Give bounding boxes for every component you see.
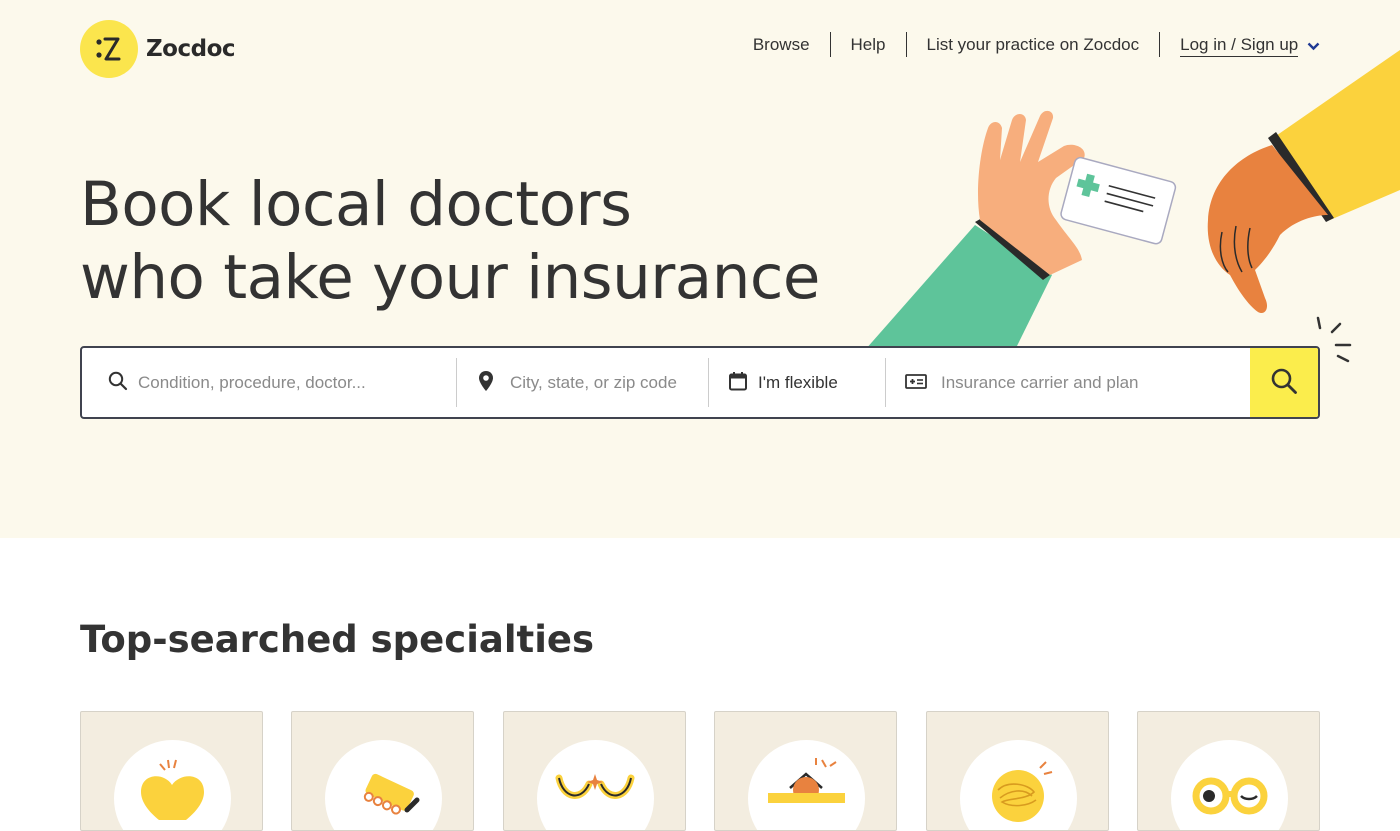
insurance-segment[interactable] [885,348,1250,417]
specialties-list [80,711,1320,831]
date-label: I'm flexible [758,372,838,392]
scribble-icon [991,761,1052,822]
specialty-card-4[interactable] [714,711,898,831]
location-pin-icon [478,370,494,396]
specialty-card-2[interactable] [291,711,475,831]
location-search-segment[interactable] [456,348,708,417]
specialties-title: Top-searched specialties [80,618,595,661]
logo[interactable]: Zocdoc [80,20,236,78]
eyes-icon [555,774,635,799]
condition-search-segment[interactable] [82,348,456,417]
heart-icon [141,759,204,820]
headline-line-1: Book local doctors [80,169,632,240]
hero-illustration [860,50,1400,380]
search-icon [1270,367,1298,399]
logo-mark-icon [80,20,138,78]
glasses-icon [1192,777,1268,815]
specialty-card-6[interactable] [1136,711,1320,831]
hero-section: Zocdoc Browse Help List your practice on… [0,0,1400,538]
date-segment[interactable]: I'm flexible [708,348,885,417]
insurance-input[interactable] [941,372,1201,393]
nav-browse[interactable]: Browse [733,32,830,57]
condition-search-input[interactable] [138,372,388,393]
search-button[interactable] [1250,348,1318,417]
location-input[interactable] [510,372,678,393]
headline-line-2: who take your insurance [80,242,820,313]
specialty-card-1[interactable] [80,711,263,831]
specialty-card-5[interactable] [925,711,1109,831]
lamp-icon [768,758,846,803]
page-title: Book local doctors who take your insuran… [80,168,820,314]
teeth-icon [364,773,420,815]
insurance-card-icon [905,373,927,393]
calendar-icon [728,371,748,395]
specialty-card-3[interactable] [502,711,686,831]
search-icon [108,371,128,395]
search-bar: I'm flexible [80,346,1320,419]
brand-name: Zocdoc [146,36,236,62]
